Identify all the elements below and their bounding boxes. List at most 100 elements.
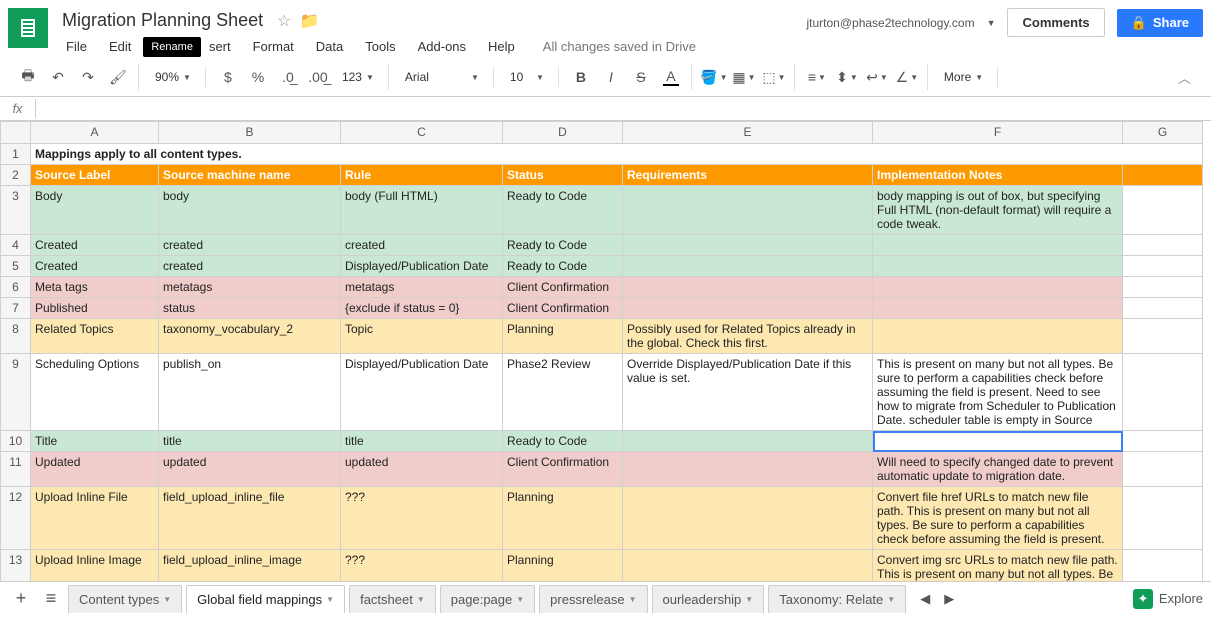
all-sheets-icon[interactable]: ≡ — [36, 584, 66, 614]
cell[interactable]: Implementation Notes — [873, 165, 1123, 186]
cell[interactable] — [623, 298, 873, 319]
cell[interactable]: Body — [31, 186, 159, 235]
cell[interactable]: field_upload_inline_image — [159, 550, 341, 582]
tab-menu-icon[interactable]: ▼ — [745, 595, 753, 604]
cell[interactable] — [873, 277, 1123, 298]
tab-scroll-left-icon[interactable]: ◀ — [920, 591, 930, 607]
italic-icon[interactable]: I — [597, 64, 625, 90]
cell[interactable]: Phase2 Review — [503, 354, 623, 431]
rotate-icon[interactable]: ∠▼ — [893, 64, 921, 90]
cell[interactable]: Requirements — [623, 165, 873, 186]
row-header[interactable]: 10 — [1, 431, 31, 452]
cell[interactable]: Client Confirmation — [503, 277, 623, 298]
cell[interactable]: Updated — [31, 452, 159, 487]
cell[interactable]: body mapping is out of box, but specifyi… — [873, 186, 1123, 235]
currency-icon[interactable]: $ — [214, 64, 242, 90]
cell[interactable] — [623, 452, 873, 487]
col-header-g[interactable]: G — [1123, 122, 1203, 144]
cell[interactable]: metatags — [159, 277, 341, 298]
borders-icon[interactable]: ▦▼ — [730, 64, 758, 90]
cell[interactable] — [1123, 298, 1203, 319]
cell[interactable]: Mappings apply to all content types. — [31, 144, 1203, 165]
zoom-select[interactable]: 90%▼ — [147, 67, 199, 87]
cell[interactable] — [873, 298, 1123, 319]
cell[interactable] — [1123, 277, 1203, 298]
sheet-tab[interactable]: ourleadership▼ — [652, 585, 765, 613]
row-header[interactable]: 2 — [1, 165, 31, 186]
row-header[interactable]: 6 — [1, 277, 31, 298]
cell[interactable]: updated — [341, 452, 503, 487]
cell[interactable] — [1123, 186, 1203, 235]
cell[interactable] — [623, 431, 873, 452]
cell[interactable]: Scheduling Options — [31, 354, 159, 431]
number-format-select[interactable]: 123▼ — [334, 67, 382, 87]
cell[interactable]: Topic — [341, 319, 503, 354]
tab-scroll-right-icon[interactable]: ▶ — [944, 591, 954, 607]
cell[interactable]: Published — [31, 298, 159, 319]
cell[interactable]: Planning — [503, 319, 623, 354]
cell[interactable]: Client Confirmation — [503, 298, 623, 319]
cell[interactable]: status — [159, 298, 341, 319]
row-header[interactable]: 7 — [1, 298, 31, 319]
redo-icon[interactable]: ↷ — [74, 64, 102, 90]
doc-title[interactable]: Migration Planning Sheet — [56, 8, 269, 33]
cell[interactable]: Title — [31, 431, 159, 452]
cell[interactable]: ??? — [341, 487, 503, 550]
cell[interactable]: Ready to Code — [503, 431, 623, 452]
valign-icon[interactable]: ⬍▼ — [833, 64, 861, 90]
cell[interactable]: metatags — [341, 277, 503, 298]
cell[interactable] — [623, 256, 873, 277]
cell[interactable]: created — [341, 235, 503, 256]
explore-button[interactable]: ✦ Explore — [1133, 589, 1203, 609]
tab-menu-icon[interactable]: ▼ — [417, 595, 425, 604]
cell[interactable]: title — [341, 431, 503, 452]
tab-menu-icon[interactable]: ▼ — [516, 595, 524, 604]
folder-icon[interactable]: 📁 — [299, 11, 319, 31]
cell[interactable]: Source machine name — [159, 165, 341, 186]
sheet-tab[interactable]: page:page▼ — [440, 585, 535, 613]
cell[interactable]: updated — [159, 452, 341, 487]
cell[interactable] — [1123, 235, 1203, 256]
increase-decimal-icon[interactable]: .00̲ — [304, 64, 332, 90]
bold-icon[interactable]: B — [567, 64, 595, 90]
col-header-a[interactable]: A — [31, 122, 159, 144]
row-header[interactable]: 12 — [1, 487, 31, 550]
add-sheet-icon[interactable]: + — [6, 584, 36, 614]
row-header[interactable]: 4 — [1, 235, 31, 256]
cell[interactable] — [1123, 165, 1203, 186]
cell[interactable]: Convert img src URLs to match new file p… — [873, 550, 1123, 582]
col-header-c[interactable]: C — [341, 122, 503, 144]
cell[interactable] — [1123, 319, 1203, 354]
menu-data[interactable]: Data — [306, 35, 353, 58]
print-icon[interactable]: 🖶 — [14, 64, 42, 90]
cell[interactable]: Created — [31, 256, 159, 277]
sheet-tab[interactable]: pressrelease▼ — [539, 585, 647, 613]
cell[interactable]: Possibly used for Related Topics already… — [623, 319, 873, 354]
sheets-logo[interactable] — [8, 8, 48, 48]
cell[interactable]: Client Confirmation — [503, 452, 623, 487]
cell[interactable]: Status — [503, 165, 623, 186]
row-header[interactable]: 1 — [1, 144, 31, 165]
cell[interactable]: Upload Inline Image — [31, 550, 159, 582]
spreadsheet-grid[interactable]: A B C D E F G 1Mappings apply to all con… — [0, 121, 1211, 581]
cell[interactable] — [623, 277, 873, 298]
cell[interactable]: field_upload_inline_file — [159, 487, 341, 550]
cell[interactable] — [623, 487, 873, 550]
decrease-decimal-icon[interactable]: .0̲ — [274, 64, 302, 90]
col-header-d[interactable]: D — [503, 122, 623, 144]
cell[interactable]: Ready to Code — [503, 256, 623, 277]
cell[interactable]: Will need to specify changed date to pre… — [873, 452, 1123, 487]
cell[interactable]: Displayed/Publication Date — [341, 256, 503, 277]
row-header[interactable]: 5 — [1, 256, 31, 277]
cell[interactable] — [1123, 550, 1203, 582]
wrap-icon[interactable]: ↩▼ — [863, 64, 891, 90]
sheet-tab[interactable]: Global field mappings▼ — [186, 585, 345, 613]
strike-icon[interactable]: S — [627, 64, 655, 90]
menu-insert-partial[interactable]: sert — [199, 35, 241, 58]
account-arrow-icon[interactable]: ▼ — [987, 18, 996, 28]
sheet-tab[interactable]: Content types▼ — [68, 585, 182, 613]
share-button[interactable]: 🔒 Share — [1117, 9, 1203, 37]
cell[interactable]: body — [159, 186, 341, 235]
cell[interactable]: created — [159, 235, 341, 256]
cell[interactable]: body (Full HTML) — [341, 186, 503, 235]
